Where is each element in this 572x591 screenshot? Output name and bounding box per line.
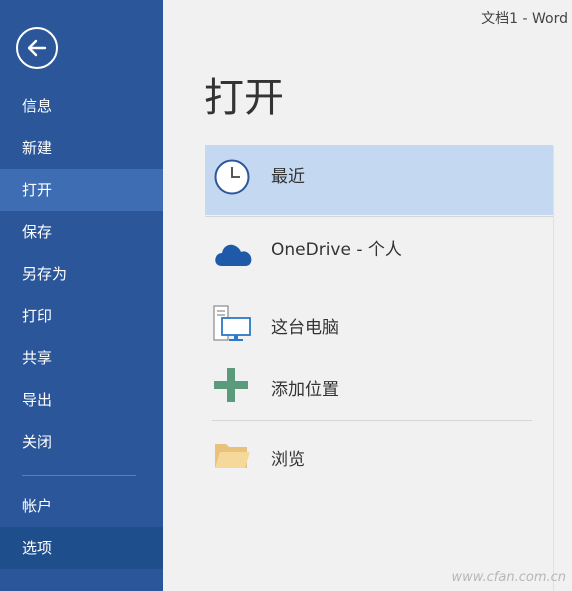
nav-export[interactable]: 导出 bbox=[0, 379, 163, 421]
nav-info-label: 信息 bbox=[22, 97, 53, 115]
location-onedrive-label: OneDrive - 个人 bbox=[271, 240, 402, 260]
nav-print[interactable]: 打印 bbox=[0, 295, 163, 337]
nav-save-as[interactable]: 另存为 bbox=[0, 253, 163, 295]
nav-save-label: 保存 bbox=[22, 223, 53, 241]
location-this-pc-label: 这台电脑 bbox=[271, 318, 339, 338]
location-browse[interactable]: 浏览 bbox=[205, 432, 553, 480]
watermark: www.cfan.com.cn bbox=[451, 570, 566, 585]
nav-close[interactable]: 关闭 bbox=[0, 421, 163, 463]
panel-edge bbox=[553, 146, 554, 591]
nav-save-as-label: 另存为 bbox=[22, 265, 68, 283]
nav-info[interactable]: 信息 bbox=[0, 85, 163, 127]
location-onedrive[interactable]: OneDrive - 个人 bbox=[205, 222, 553, 282]
nav-export-label: 导出 bbox=[22, 391, 53, 409]
nav-share-label: 共享 bbox=[22, 349, 53, 367]
location-recent-label: 最近 bbox=[271, 167, 305, 187]
nav-new[interactable]: 新建 bbox=[0, 127, 163, 169]
location-add-place-label: 添加位置 bbox=[271, 380, 339, 400]
cloud-icon bbox=[213, 240, 253, 272]
location-this-pc[interactable]: 这台电脑 bbox=[205, 300, 553, 348]
plus-icon bbox=[213, 367, 249, 407]
nav-options-label: 选项 bbox=[22, 539, 53, 557]
nav-save[interactable]: 保存 bbox=[0, 211, 163, 253]
nav-account[interactable]: 帐户 bbox=[0, 485, 163, 527]
clock-icon bbox=[213, 158, 251, 200]
folder-icon bbox=[213, 440, 251, 476]
page-title: 打开 bbox=[204, 75, 284, 121]
nav-divider bbox=[22, 475, 136, 476]
nav-print-label: 打印 bbox=[22, 307, 53, 325]
location-recent[interactable]: 最近 bbox=[205, 145, 553, 215]
location-divider-bottom bbox=[212, 420, 532, 421]
nav-share[interactable]: 共享 bbox=[0, 337, 163, 379]
nav-open[interactable]: 打开 bbox=[0, 169, 163, 211]
nav-open-label: 打开 bbox=[22, 181, 53, 199]
nav-new-label: 新建 bbox=[22, 139, 53, 157]
location-add-place[interactable]: 添加位置 bbox=[205, 362, 553, 408]
location-browse-label: 浏览 bbox=[271, 450, 305, 470]
back-button[interactable] bbox=[16, 27, 58, 69]
computer-icon bbox=[213, 305, 253, 347]
location-divider-top bbox=[205, 216, 553, 217]
backstage-sidebar: 信息 新建 打开 保存 另存为 打印 共享 导出 关闭 帐户 选项 bbox=[0, 0, 163, 591]
window-title: 文档1 - Word bbox=[481, 11, 568, 27]
nav-close-label: 关闭 bbox=[22, 433, 53, 451]
back-arrow-icon bbox=[27, 39, 47, 57]
nav-options[interactable]: 选项 bbox=[0, 527, 163, 569]
nav-account-label: 帐户 bbox=[22, 497, 53, 515]
